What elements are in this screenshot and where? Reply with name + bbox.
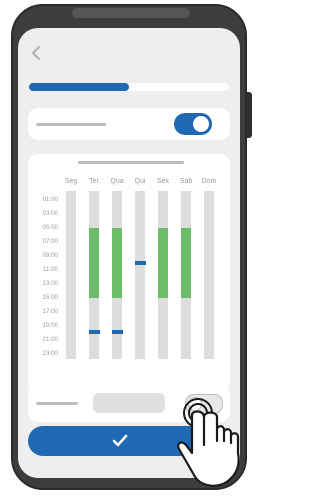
day-column-seg[interactable] — [66, 191, 76, 359]
day-label-dom: Dom — [201, 178, 217, 185]
time-label: 11:00 — [42, 266, 58, 273]
time-label: 13:00 — [42, 280, 58, 287]
day-column-dom[interactable] — [204, 191, 214, 359]
day-label-sex: Sex — [156, 178, 170, 185]
day-label-sab: Sáb — [179, 178, 193, 185]
time-label: 17:00 — [42, 308, 58, 315]
check-icon — [112, 434, 128, 447]
schedule-title-placeholder — [78, 161, 184, 164]
time-marker — [112, 330, 123, 334]
option-label-placeholder — [36, 402, 78, 405]
day-label-seg: Seg — [64, 178, 78, 185]
schedule-toggle[interactable] — [174, 113, 212, 135]
time-label: 19:00 — [42, 322, 58, 329]
active-slot[interactable] — [89, 228, 99, 298]
active-slot[interactable] — [158, 228, 168, 298]
active-slot[interactable] — [112, 228, 122, 298]
chevron-left-icon[interactable] — [28, 43, 46, 63]
time-label: 05:00 — [42, 224, 58, 231]
day-label-qua: Qua — [110, 178, 124, 185]
progress-bar — [29, 83, 229, 91]
hand-pointer-icon — [177, 398, 240, 487]
time-label: 09:00 — [42, 252, 58, 259]
day-label-ter: Ter — [89, 178, 99, 185]
option-input-field[interactable] — [93, 393, 165, 413]
time-marker — [135, 261, 146, 265]
phone-speaker-slot — [72, 8, 190, 18]
toggle-label-placeholder — [36, 123, 106, 126]
toggle-knob — [193, 116, 209, 132]
progress-fill — [29, 83, 129, 91]
time-label: 07:00 — [42, 238, 58, 245]
time-label: 21:00 — [42, 336, 58, 343]
active-slot[interactable] — [181, 228, 191, 298]
day-label-qui: Qui — [134, 178, 146, 185]
phone-side-button — [247, 92, 252, 138]
time-label: 15:00 — [42, 294, 58, 301]
day-column-qui[interactable] — [135, 191, 145, 359]
time-label: 03:00 — [42, 210, 58, 217]
time-label: 23:00 — [42, 350, 58, 357]
schedule-card — [28, 154, 230, 392]
time-label: 01:00 — [42, 196, 58, 203]
time-marker — [89, 330, 100, 334]
